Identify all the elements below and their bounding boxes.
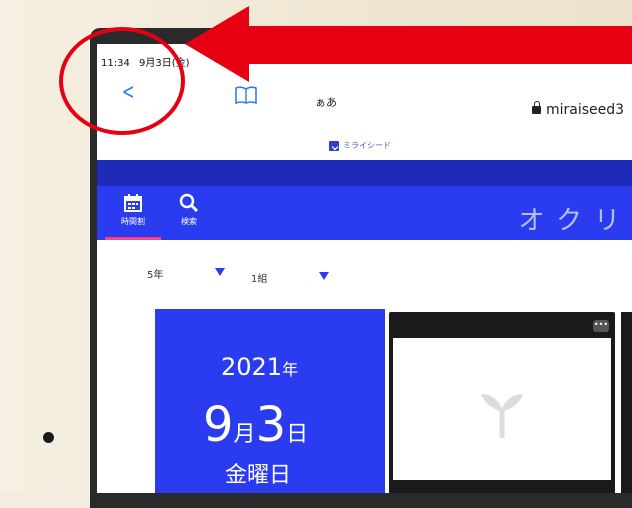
nav-timetable-label: 時間割 <box>121 217 145 226</box>
class-select-value: 1組 <box>251 274 268 285</box>
lock-icon <box>532 101 541 114</box>
nav-search[interactable]: 検索 <box>161 186 217 240</box>
calendar-icon <box>105 192 161 214</box>
annotation-arrow-icon <box>185 6 632 82</box>
app-title: オクリ <box>518 206 632 236</box>
site-nav: 時間割 検索 オクリ <box>97 186 632 240</box>
date-card: 2021年 9月3日 金曜日 <box>155 309 385 493</box>
tablet-camera-dot <box>43 432 54 443</box>
nav-timetable[interactable]: 時間割 <box>105 186 161 240</box>
more-options-button[interactable]: ••• <box>593 320 609 332</box>
class-select[interactable]: 1組 <box>251 270 329 285</box>
search-icon <box>161 192 217 214</box>
tablet-screen: 11:34 9月3日(金) < ぁあ miraiseed3 ミライシード 時間割… <box>97 44 632 493</box>
site-brand: ミライシード <box>329 140 391 151</box>
miraiseed-logo-icon <box>329 140 339 151</box>
site-header-band <box>97 160 632 186</box>
reader-text-button[interactable]: ぁあ <box>315 94 337 110</box>
date-year: 2021年 <box>221 353 299 381</box>
site-brand-label: ミライシード <box>343 141 391 150</box>
next-card-edge <box>621 312 632 493</box>
class-card[interactable]: ••• <box>389 312 615 493</box>
date-month-day: 9月3日 <box>203 397 309 453</box>
date-weekday: 金曜日 <box>225 463 292 488</box>
class-card-thumbnail <box>393 338 611 480</box>
grade-select[interactable]: 5年 <box>147 266 225 281</box>
address-url: miraiseed3 <box>546 102 625 118</box>
nav-search-label: 検索 <box>181 217 197 226</box>
chevron-down-icon <box>319 272 329 280</box>
sprout-icon <box>481 394 523 438</box>
bookmarks-icon[interactable] <box>235 86 257 104</box>
chevron-down-icon <box>215 268 225 276</box>
grade-select-value: 5年 <box>147 270 164 281</box>
address-bar[interactable]: miraiseed3 <box>532 101 625 118</box>
annotation-circle <box>59 27 185 135</box>
